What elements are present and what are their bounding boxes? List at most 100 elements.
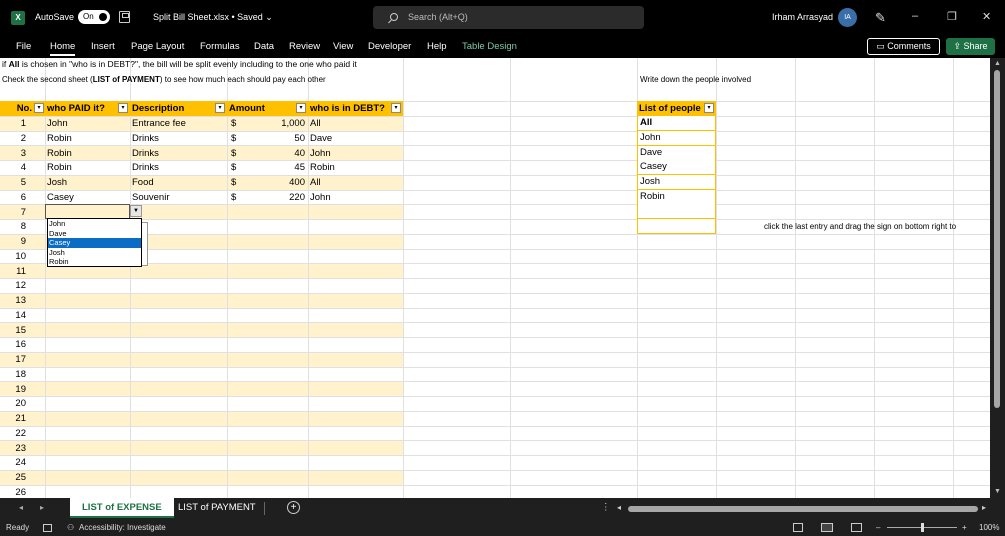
normal-view-icon[interactable]: [793, 523, 803, 532]
people-cell[interactable]: [637, 204, 716, 219]
add-sheet-icon[interactable]: +: [287, 501, 300, 514]
people-cell[interactable]: Robin: [637, 190, 716, 205]
zoom-slider-thumb[interactable]: [921, 523, 924, 532]
tab-insert[interactable]: Insert: [91, 41, 115, 52]
close-icon[interactable]: ✕: [982, 10, 991, 23]
dropdown-option[interactable]: Dave: [48, 229, 141, 239]
scroll-down-icon[interactable]: ▼: [994, 488, 1001, 495]
currency-symbol[interactable]: $: [231, 131, 236, 146]
paid-by-cell[interactable]: Robin: [47, 131, 72, 146]
row-number[interactable]: 5: [0, 175, 26, 190]
document-title[interactable]: Split Bill Sheet.xlsx • Saved ⌄: [153, 12, 273, 23]
search-box[interactable]: Search (Alt+Q): [373, 6, 644, 29]
amount-cell[interactable]: 45: [250, 160, 305, 175]
debt-cell[interactable]: All: [310, 175, 321, 190]
pen-icon[interactable]: ✎: [875, 10, 886, 26]
filter-dropdown-icon[interactable]: ▾: [704, 103, 714, 113]
zoom-level[interactable]: 100%: [979, 523, 999, 532]
more-options-icon[interactable]: ⋮: [601, 502, 611, 513]
zoom-out-icon[interactable]: –: [876, 523, 880, 532]
debt-cell[interactable]: Robin: [310, 160, 335, 175]
paid-by-cell[interactable]: John: [47, 116, 68, 131]
tab-view[interactable]: View: [333, 41, 353, 52]
debt-cell[interactable]: Dave: [310, 131, 332, 146]
currency-symbol[interactable]: $: [231, 175, 236, 190]
dropdown-option[interactable]: Casey: [48, 238, 141, 248]
tab-developer[interactable]: Developer: [368, 41, 411, 52]
header-who-in-debt[interactable]: who is in DEBT? ▾: [308, 101, 403, 116]
filter-dropdown-icon[interactable]: ▾: [34, 103, 44, 113]
amount-cell[interactable]: 400: [250, 175, 305, 190]
tab-table-design[interactable]: Table Design: [462, 41, 517, 52]
amount-cell[interactable]: 220: [250, 190, 305, 205]
people-header[interactable]: List of people ▾: [637, 101, 716, 116]
people-cell[interactable]: Dave: [637, 146, 716, 161]
horizontal-scroll-thumb[interactable]: [628, 506, 978, 512]
description-cell[interactable]: Drinks: [132, 146, 159, 161]
active-cell[interactable]: [45, 204, 130, 219]
description-cell[interactable]: Drinks: [132, 160, 159, 175]
tab-help[interactable]: Help: [427, 41, 447, 52]
debt-cell[interactable]: All: [310, 116, 321, 131]
tab-file[interactable]: File: [16, 41, 31, 52]
dropdown-option[interactable]: Josh: [48, 248, 141, 258]
sheet-tab-list-of-payment[interactable]: LIST of PAYMENT: [166, 498, 268, 518]
currency-symbol[interactable]: $: [231, 116, 236, 131]
currency-symbol[interactable]: $: [231, 146, 236, 161]
description-cell[interactable]: Food: [132, 175, 154, 190]
save-icon[interactable]: [119, 11, 130, 23]
tab-home[interactable]: Home: [50, 41, 76, 56]
scroll-up-icon[interactable]: ▲: [994, 60, 1001, 67]
filter-dropdown-icon[interactable]: ▾: [118, 103, 128, 113]
dropdown-option[interactable]: Robin: [48, 257, 141, 267]
avatar[interactable]: IA: [838, 8, 857, 27]
paid-by-cell[interactable]: Casey: [47, 190, 74, 205]
page-layout-view-icon[interactable]: [821, 523, 833, 532]
currency-symbol[interactable]: $: [231, 160, 236, 175]
hscroll-right-icon[interactable]: ▸: [982, 503, 986, 512]
row-number[interactable]: 6: [0, 190, 26, 205]
dropdown-option[interactable]: John: [48, 219, 141, 229]
tab-review[interactable]: Review: [289, 41, 320, 52]
row-number[interactable]: 3: [0, 146, 26, 161]
header-description[interactable]: Description ▾: [130, 101, 227, 116]
description-cell[interactable]: Souvenir: [132, 190, 170, 205]
people-cell[interactable]: All: [637, 116, 716, 131]
description-cell[interactable]: Drinks: [132, 131, 159, 146]
people-cell[interactable]: [637, 219, 716, 234]
filter-dropdown-icon[interactable]: ▾: [391, 103, 401, 113]
chevron-down-icon[interactable]: ▼: [130, 205, 142, 217]
currency-symbol[interactable]: $: [231, 190, 236, 205]
row-number[interactable]: 2: [0, 131, 26, 146]
header-amount[interactable]: Amount ▾: [227, 101, 308, 116]
people-cell[interactable]: John: [637, 131, 716, 146]
amount-cell[interactable]: 40: [250, 146, 305, 161]
sheet-tab-list-of-expense[interactable]: LIST of EXPENSE: [70, 498, 174, 518]
paid-by-cell[interactable]: Josh: [47, 175, 67, 190]
header-no[interactable]: No. ▾: [0, 101, 45, 116]
autosave-toggle[interactable]: On: [78, 10, 110, 24]
vertical-scroll-thumb[interactable]: [994, 70, 1000, 408]
row-number[interactable]: 4: [0, 160, 26, 175]
people-cell[interactable]: Casey: [637, 160, 716, 175]
description-cell[interactable]: Entrance fee: [132, 116, 186, 131]
filter-dropdown-icon[interactable]: ▾: [296, 103, 306, 113]
filter-dropdown-icon[interactable]: ▾: [215, 103, 225, 113]
validation-dropdown-list[interactable]: John Dave Casey Josh Robin: [47, 218, 142, 267]
accessibility-status[interactable]: Accessibility: Investigate: [79, 523, 166, 532]
scroll-tabs-right-icon[interactable]: ▸: [40, 503, 44, 512]
share-button[interactable]: ⇪ Share: [946, 38, 995, 55]
minimize-icon[interactable]: –: [912, 10, 918, 22]
paid-by-cell[interactable]: Robin: [47, 146, 72, 161]
tab-formulas[interactable]: Formulas: [200, 41, 240, 52]
people-cell[interactable]: Josh: [637, 175, 716, 190]
tab-page-layout[interactable]: Page Layout: [131, 41, 184, 52]
paid-by-cell[interactable]: Robin: [47, 160, 72, 175]
debt-cell[interactable]: John: [310, 146, 331, 161]
scroll-tabs-left-icon[interactable]: ◂: [19, 503, 23, 512]
header-who-paid[interactable]: who PAID it? ▾: [45, 101, 130, 116]
amount-cell[interactable]: 50: [250, 131, 305, 146]
zoom-in-icon[interactable]: +: [962, 523, 967, 532]
comments-button[interactable]: ▭ Comments: [867, 38, 940, 55]
tab-data[interactable]: Data: [254, 41, 274, 52]
